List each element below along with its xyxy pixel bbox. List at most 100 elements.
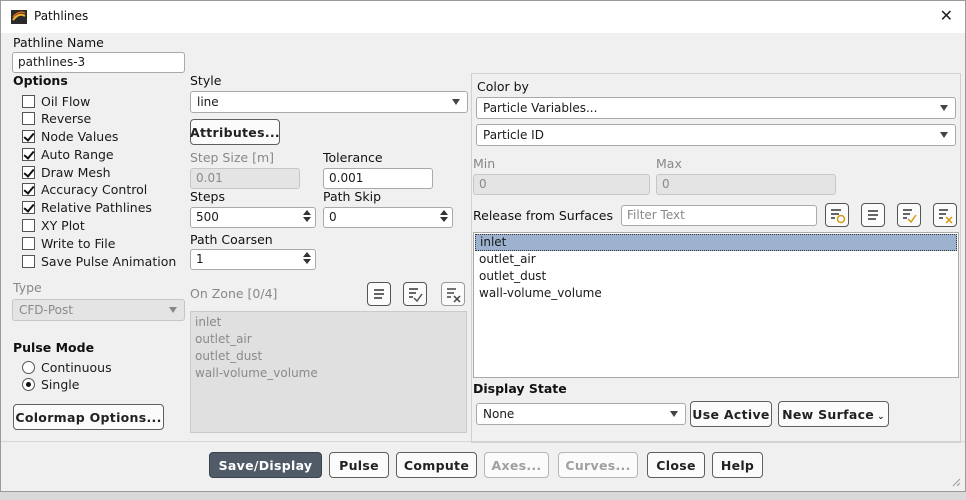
- write-to-file-checkbox[interactable]: Write to File: [22, 235, 115, 252]
- list-item: outlet_dust: [195, 349, 263, 363]
- steps-input[interactable]: 500: [190, 207, 316, 228]
- spinner-icon[interactable]: [302, 251, 312, 268]
- path-coarsen-input[interactable]: 1: [190, 249, 316, 270]
- new-surface-button[interactable]: New Surface ⌄: [778, 401, 889, 427]
- pulse-button[interactable]: Pulse: [329, 452, 389, 478]
- step-size-input: 0.01: [190, 168, 300, 189]
- tolerance-input[interactable]: 0.001: [323, 168, 433, 189]
- path-skip-input[interactable]: 0: [323, 207, 453, 228]
- color-by-variable-select[interactable]: Particle ID: [476, 124, 956, 146]
- close-icon[interactable]: ✕: [940, 6, 953, 25]
- checkbox-label: Save Pulse Animation: [41, 254, 177, 269]
- on-zone-list: inlet outlet_air outlet_dust wall-volume…: [190, 311, 467, 433]
- pathline-name-input[interactable]: pathlines-3: [12, 52, 185, 73]
- list-item[interactable]: outlet_dust: [475, 268, 957, 285]
- color-by-category-select[interactable]: Particle Variables...: [476, 97, 956, 119]
- continuous-radio[interactable]: Continuous: [22, 359, 112, 376]
- help-button[interactable]: Help: [712, 452, 763, 478]
- resize-grip-icon[interactable]: [951, 477, 961, 487]
- axes-button: Axes...: [484, 452, 549, 478]
- radio-button[interactable]: [22, 361, 35, 374]
- checkbox-label: Reverse: [41, 111, 92, 126]
- display-state-select[interactable]: None: [476, 403, 686, 425]
- select-checked-icon[interactable]: [403, 282, 427, 306]
- spinner-icon[interactable]: [302, 209, 312, 226]
- options-heading: Options: [13, 73, 68, 88]
- oil-flow-checkbox[interactable]: Oil Flow: [22, 93, 90, 110]
- checkbox-box[interactable]: [22, 183, 35, 196]
- radio-label: Single: [41, 377, 80, 392]
- title-bar: Pathlines ✕: [1, 1, 965, 33]
- xy-plot-checkbox[interactable]: XY Plot: [22, 217, 85, 234]
- window-title: Pathlines: [34, 9, 89, 23]
- path-skip-label: Path Skip: [323, 189, 382, 204]
- single-radio[interactable]: Single: [22, 376, 79, 393]
- display-state-heading: Display State: [473, 381, 567, 396]
- auto-range-checkbox[interactable]: Auto Range: [22, 146, 114, 163]
- radio-button[interactable]: [22, 378, 35, 391]
- checkbox-box[interactable]: [22, 166, 35, 179]
- compute-button[interactable]: Compute: [396, 452, 477, 478]
- chevron-down-icon: [940, 105, 948, 111]
- type-select: CFD-Post: [12, 299, 185, 321]
- checkbox-box[interactable]: [22, 201, 35, 214]
- checkbox-box[interactable]: [22, 219, 35, 232]
- list-item[interactable]: outlet_air: [475, 251, 957, 268]
- dropdown-indicator-icon: ⌄: [877, 412, 885, 422]
- select-all-icon[interactable]: [367, 282, 391, 306]
- save-display-button[interactable]: Save/Display: [209, 452, 322, 478]
- attributes-button[interactable]: Attributes...: [190, 119, 280, 145]
- list-item: inlet: [195, 315, 222, 329]
- release-surfaces-list[interactable]: inlet outlet_air outlet_dust wall-volume…: [473, 232, 959, 378]
- on-zone-label: On Zone [0/4]: [190, 286, 278, 301]
- pathlines-dialog: Pathlines ✕ Pathline Name pathlines-3 Op…: [0, 0, 966, 492]
- pulse-mode-heading: Pulse Mode: [13, 340, 95, 355]
- deselect-all-icon[interactable]: [441, 282, 465, 306]
- reverse-checkbox[interactable]: Reverse: [22, 110, 91, 127]
- color-by-variable-value: Particle ID: [483, 128, 544, 142]
- close-button[interactable]: Close: [647, 452, 705, 478]
- curves-button: Curves...: [558, 452, 638, 478]
- max-label: Max: [656, 156, 682, 171]
- node-values-checkbox[interactable]: Node Values: [22, 128, 118, 145]
- chevron-down-icon: [169, 307, 177, 313]
- max-input: 0: [656, 174, 836, 195]
- list-item: outlet_air: [195, 332, 252, 346]
- style-select[interactable]: line: [190, 91, 468, 113]
- spinner-icon[interactable]: [439, 209, 449, 226]
- release-list-icon[interactable]: [861, 203, 885, 227]
- pathline-name-label: Pathline Name: [13, 35, 104, 50]
- use-active-button[interactable]: Use Active: [690, 401, 772, 427]
- draw-mesh-checkbox[interactable]: Draw Mesh: [22, 164, 111, 181]
- checkbox-label: Oil Flow: [41, 94, 91, 109]
- list-item-selected[interactable]: inlet: [475, 234, 957, 251]
- save-pulse-animation-checkbox[interactable]: Save Pulse Animation: [22, 253, 176, 270]
- chevron-down-icon: [940, 132, 948, 138]
- path-skip-value: 0: [329, 210, 337, 224]
- relative-pathlines-checkbox[interactable]: Relative Pathlines: [22, 199, 152, 216]
- release-select-all-icon[interactable]: [825, 203, 849, 227]
- checkbox-box[interactable]: [22, 255, 35, 268]
- chevron-down-icon: [670, 411, 678, 417]
- checkbox-label: Auto Range: [41, 147, 114, 162]
- filter-text-input[interactable]: Filter Text: [621, 205, 817, 226]
- checkbox-box[interactable]: [22, 237, 35, 250]
- radio-label: Continuous: [41, 360, 112, 375]
- checkbox-label: Draw Mesh: [41, 165, 111, 180]
- chevron-down-icon: [452, 99, 460, 105]
- checkbox-label: Write to File: [41, 236, 116, 251]
- color-by-category-value: Particle Variables...: [483, 101, 598, 115]
- steps-label: Steps: [190, 189, 225, 204]
- release-select-checked-icon[interactable]: [897, 203, 921, 227]
- accuracy-control-checkbox[interactable]: Accuracy Control: [22, 181, 147, 198]
- release-deselect-all-icon[interactable]: [933, 203, 957, 227]
- list-item[interactable]: wall-volume_volume: [475, 285, 957, 302]
- checkbox-label: Node Values: [41, 129, 119, 144]
- checkbox-box[interactable]: [22, 95, 35, 108]
- new-surface-label: New Surface: [782, 406, 875, 422]
- checkbox-box[interactable]: [22, 148, 35, 161]
- colormap-options-button[interactable]: Colormap Options...: [13, 404, 164, 430]
- color-by-label: Color by: [477, 79, 529, 94]
- checkbox-box[interactable]: [22, 112, 35, 125]
- checkbox-box[interactable]: [22, 130, 35, 143]
